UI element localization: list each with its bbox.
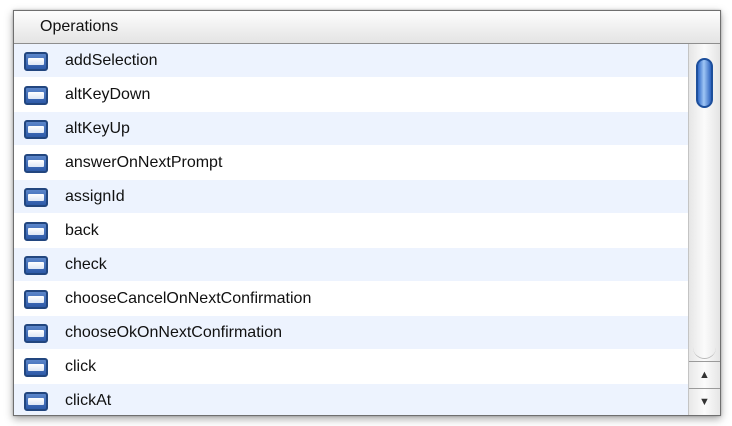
list-item-label: chooseCancelOnNextConfirmation <box>65 290 312 307</box>
list-item[interactable]: clickAt <box>14 384 688 415</box>
scrollbar-track-end <box>693 334 716 359</box>
operation-icon <box>24 222 48 241</box>
scroll-down-button[interactable]: ▼ <box>689 388 720 415</box>
list-item-label: back <box>65 222 99 239</box>
list-item-label: check <box>65 256 107 273</box>
list-item-label: answerOnNextPrompt <box>65 154 223 171</box>
operations-list: addSelection altKeyDown altKeyUp answerO… <box>14 44 688 415</box>
operations-panel: Operations addSelection altKeyDown altKe… <box>13 10 721 416</box>
operation-icon <box>24 154 48 173</box>
list-item[interactable]: altKeyUp <box>14 112 688 146</box>
list-item-label: assignId <box>65 188 125 205</box>
column-header-title: Operations <box>40 18 119 35</box>
list-item-label: chooseOkOnNextConfirmation <box>65 324 282 341</box>
operation-icon <box>24 392 48 411</box>
operation-icon <box>24 86 48 105</box>
operation-icon <box>24 256 48 275</box>
operation-icon <box>24 290 48 309</box>
column-header[interactable]: Operations <box>14 11 720 44</box>
list-item-label: click <box>65 358 97 375</box>
operation-icon <box>24 324 48 343</box>
list-item-label: altKeyDown <box>65 86 151 103</box>
arrow-down-icon: ▼ <box>699 396 710 408</box>
list-item-label: altKeyUp <box>65 120 130 137</box>
scrollbar-thumb[interactable] <box>696 58 713 108</box>
list-item[interactable]: chooseOkOnNextConfirmation <box>14 316 688 350</box>
list-item-label: addSelection <box>65 52 158 69</box>
operation-icon <box>24 52 48 71</box>
list-item[interactable]: answerOnNextPrompt <box>14 146 688 180</box>
list-item[interactable]: click <box>14 350 688 384</box>
list-item[interactable]: back <box>14 214 688 248</box>
scroll-up-button[interactable]: ▲ <box>689 361 720 388</box>
arrow-up-icon: ▲ <box>699 369 710 381</box>
vertical-scrollbar[interactable]: ▲ ▼ <box>688 44 720 415</box>
operation-icon <box>24 358 48 377</box>
list-item[interactable]: addSelection <box>14 44 688 78</box>
list-item[interactable]: altKeyDown <box>14 78 688 112</box>
operation-icon <box>24 188 48 207</box>
list-item[interactable]: check <box>14 248 688 282</box>
list-item-label: clickAt <box>65 392 112 409</box>
list-item[interactable]: chooseCancelOnNextConfirmation <box>14 282 688 316</box>
operation-icon <box>24 120 48 139</box>
list-item[interactable]: assignId <box>14 180 688 214</box>
